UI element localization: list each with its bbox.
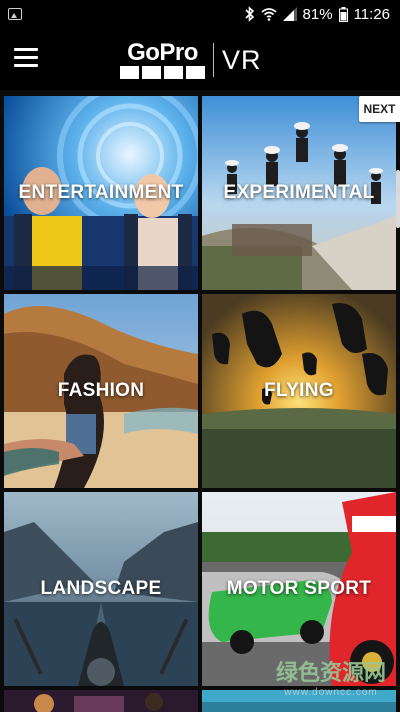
category-tile-landscape[interactable]: LANDSCAPE <box>4 492 198 686</box>
status-bar: 81% 11:26 <box>0 0 400 28</box>
category-label: ENTERTAINMENT <box>18 182 184 203</box>
category-label: FASHION <box>57 380 145 401</box>
category-grid: ENTERTAINMENT EXPERIMENTAL FASHION FLYIN… <box>0 90 400 712</box>
category-label: LANDSCAPE <box>40 578 162 599</box>
category-tile-experimental[interactable]: EXPERIMENTAL <box>202 96 396 290</box>
menu-icon[interactable] <box>14 48 38 68</box>
category-label: FLYING <box>264 380 334 401</box>
clock: 11:26 <box>353 5 390 23</box>
category-label: MOTOR SPORT <box>226 578 372 599</box>
battery-icon <box>338 6 348 22</box>
logo-divider <box>213 43 214 77</box>
logo-suffix: VR <box>222 44 262 75</box>
bluetooth-icon <box>244 6 254 22</box>
app-bar: GoPro VR <box>0 28 400 90</box>
partial-tile-image <box>4 690 198 712</box>
watermark-title: 绿色资源网 <box>275 660 386 685</box>
category-label: EXPERIMENTAL <box>223 182 375 203</box>
category-tile-partial-left[interactable] <box>4 690 198 712</box>
gopro-vr-logo: GoPro VR <box>120 40 262 80</box>
site-watermark: 绿色资源网 www.downcc.com <box>276 655 386 698</box>
watermark-url: www.downcc.com <box>284 687 378 698</box>
logo-squares <box>120 65 205 79</box>
signal-icon <box>282 7 297 21</box>
category-tile-flying[interactable]: FLYING <box>202 294 396 488</box>
battery-percentage: 81% <box>302 5 333 23</box>
gallery-notification-icon <box>8 8 22 20</box>
scroll-handle[interactable] <box>396 170 400 228</box>
next-button[interactable]: NEXT <box>359 96 400 122</box>
category-tile-fashion[interactable]: FASHION <box>4 294 198 488</box>
logo-wordmark: GoPro <box>127 38 198 66</box>
category-tile-entertainment[interactable]: ENTERTAINMENT <box>4 96 198 290</box>
wifi-icon <box>261 8 277 21</box>
